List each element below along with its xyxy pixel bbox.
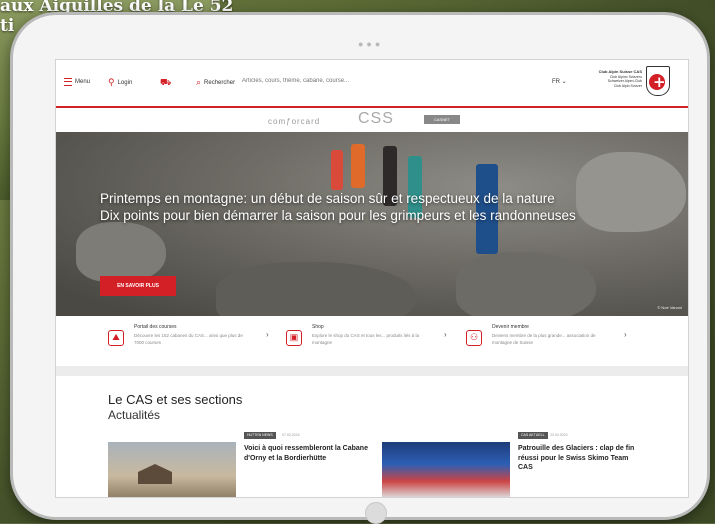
hero-title: Printemps en montagne: un début de saiso…: [100, 191, 555, 206]
learn-more-button[interactable]: EN SAVOIR PLUS: [100, 276, 176, 296]
search-icon: ⌕: [196, 77, 202, 87]
browser-screen: Menu ⚲ Login ⛟ ⌕ Rechercher FR ⌄ Club Al…: [55, 59, 689, 498]
section-divider: [56, 366, 688, 376]
hero-text: Printemps en montagne: un début de saiso…: [100, 190, 620, 224]
service-item-member[interactable]: ⚇ Devenir membre Deviens membre de la pl…: [466, 324, 646, 358]
menu-button[interactable]: Menu: [64, 78, 90, 86]
menu-label: Menu: [75, 79, 91, 85]
search-label-group: ⌕ Rechercher: [196, 78, 235, 87]
cart-button[interactable]: ⛟: [160, 78, 171, 87]
search-label: Rechercher: [204, 79, 236, 86]
user-icon: ⚲: [108, 77, 115, 87]
news-card-tag: CAS AKTUELL: [518, 432, 548, 439]
service-title: Devenir membre: [492, 324, 529, 330]
club-name-it: Club Alpino Svizzero: [609, 74, 642, 79]
service-item-courses[interactable]: ⛰ Portail des courses Découvre les 152 c…: [108, 324, 288, 358]
member-add-icon: ⚇: [466, 330, 482, 346]
news-section: Le CAS et ses sections Actualités HUTTEN…: [56, 376, 688, 497]
service-title: Shop: [312, 324, 324, 330]
chevron-right-icon: ›: [444, 330, 447, 339]
sponsor-casnet[interactable]: CASNET: [424, 115, 460, 124]
club-name-de: Schweizer Alpen-Club: [607, 79, 642, 83]
search-input[interactable]: [242, 74, 542, 88]
sponsor-css[interactable]: CSS: [358, 110, 394, 128]
sponsor-comforcard[interactable]: comƒorcard: [268, 117, 320, 126]
hero-banner: Printemps en montagne: un début de saiso…: [56, 132, 688, 316]
photo-credit: © Noé Vanoni: [657, 305, 682, 310]
service-title: Portail des courses: [134, 324, 177, 330]
service-desc: Découvre les 152 cabanes du CAS... ainsi…: [134, 333, 243, 345]
services-row: ⛰ Portail des courses Découvre les 152 c…: [56, 316, 688, 367]
hiker-figure: [351, 144, 365, 188]
cas-logo-icon[interactable]: [646, 66, 670, 96]
rock-shape: [216, 262, 416, 316]
news-subheading: Actualités: [108, 408, 161, 422]
mountain-icon: ⛰: [108, 330, 124, 346]
shop-bag-icon: ▣: [286, 330, 302, 346]
news-card-date: 07.03.2024: [282, 433, 300, 437]
news-card-tag: HUTTEN NEWS: [244, 432, 276, 439]
news-card-title[interactable]: Voici à quoi ressembleront la Cabane d'O…: [244, 444, 368, 463]
service-desc: Deviens membre de la plus grande... asso…: [492, 333, 596, 345]
hamburger-icon: [64, 78, 72, 86]
club-name-rm: Club Alpin Svizzer: [613, 83, 642, 88]
chevron-right-icon: ›: [266, 330, 269, 339]
language-selector[interactable]: FR ⌄: [552, 78, 567, 85]
hiker-figure: [331, 150, 343, 190]
tablet-frame: ●●● Menu ⚲ Login ⛟ ⌕ Rechercher FR ⌄ Clu…: [10, 12, 710, 524]
news-card-image[interactable]: [382, 442, 510, 497]
hero-subtitle: Dix points pour bien démarrer la saison …: [100, 208, 576, 223]
camera-dots: ●●●: [358, 39, 384, 49]
rock-shape: [456, 252, 596, 316]
cart-icon: ⛟: [160, 77, 172, 87]
login-button[interactable]: ⚲ Login: [108, 78, 132, 87]
club-name: Club Alpin Suisse CAS: [598, 69, 642, 74]
chevron-right-icon: ›: [624, 330, 627, 339]
sponsor-bar: comƒorcard CSS CASNET: [56, 108, 688, 132]
club-name-block: Club Alpin Suisse CAS Club Alpino Svizze…: [590, 69, 642, 88]
login-label: Login: [117, 79, 133, 86]
news-card-image[interactable]: [108, 442, 236, 497]
rock-shape: [76, 222, 166, 282]
service-item-shop[interactable]: ▣ Shop Explore le shop du CAS et tous le…: [286, 324, 466, 358]
home-button[interactable]: [365, 502, 387, 524]
site-header: Menu ⚲ Login ⛟ ⌕ Rechercher FR ⌄ Club Al…: [56, 60, 688, 106]
service-desc: Explore le shop du CAS et tous les... pr…: [312, 333, 420, 345]
news-card-date: 23.04.2024: [550, 433, 568, 437]
news-heading: Le CAS et ses sections: [108, 392, 243, 407]
news-card-title[interactable]: Patrouille des Glaciers : clap de fin ré…: [518, 444, 642, 473]
